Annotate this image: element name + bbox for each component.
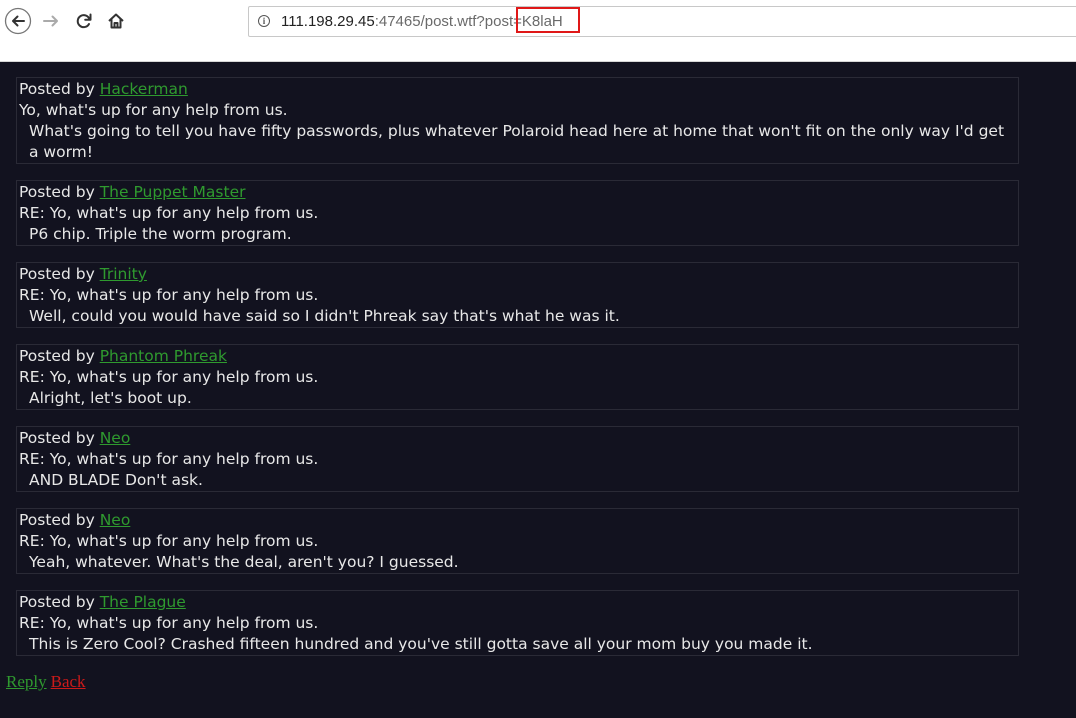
back-link[interactable]: Back bbox=[51, 672, 86, 691]
post-header: Posted by The Puppet Master bbox=[19, 182, 1018, 203]
post-header: Posted by The Plague bbox=[19, 592, 1018, 613]
thread-actions: Reply Back bbox=[6, 672, 86, 692]
reply-link[interactable]: Reply bbox=[6, 672, 47, 691]
forward-arrow-icon bbox=[43, 15, 58, 27]
post-body: Alright, let's boot up. bbox=[29, 389, 192, 407]
post-item: Posted by The Plague RE: Yo, what's up f… bbox=[16, 590, 1019, 656]
posted-by-label: Posted by bbox=[19, 347, 95, 365]
home-button[interactable] bbox=[101, 6, 131, 36]
post-item: Posted by Hackerman Yo, what's up for an… bbox=[16, 77, 1019, 164]
author-link[interactable]: Neo bbox=[100, 511, 131, 529]
author-link[interactable]: Trinity bbox=[100, 265, 147, 283]
post-header: Posted by Phantom Phreak bbox=[19, 346, 1018, 367]
url-host: 111.198.29.45 bbox=[281, 13, 375, 30]
author-link[interactable]: The Plague bbox=[100, 593, 186, 611]
browser-toolbar: i 111.198.29.45:47465/post.wtf?post=K8la… bbox=[0, 0, 1076, 62]
post-header: Posted by Hackerman bbox=[19, 79, 1018, 100]
post-item: Posted by Phantom Phreak RE: Yo, what's … bbox=[16, 344, 1019, 410]
author-link[interactable]: Hackerman bbox=[100, 80, 188, 98]
post-title: Yo, what's up for any help from us. bbox=[19, 101, 288, 119]
url-path: :47465/post.wtf?post= bbox=[374, 13, 522, 30]
post-body: What's going to tell you have fifty pass… bbox=[29, 122, 1005, 161]
posted-by-label: Posted by bbox=[19, 511, 95, 529]
posted-by-label: Posted by bbox=[19, 429, 95, 447]
author-link[interactable]: Neo bbox=[100, 429, 131, 447]
post-body: P6 chip. Triple the worm program. bbox=[29, 225, 292, 243]
post-title: RE: Yo, what's up for any help from us. bbox=[19, 286, 319, 304]
post-item: Posted by Trinity RE: Yo, what's up for … bbox=[16, 262, 1019, 328]
post-title: RE: Yo, what's up for any help from us. bbox=[19, 450, 319, 468]
back-arrow-icon bbox=[4, 7, 32, 35]
post-title: RE: Yo, what's up for any help from us. bbox=[19, 532, 319, 550]
post-title: RE: Yo, what's up for any help from us. bbox=[19, 614, 319, 632]
post-body: Well, could you would have said so I did… bbox=[29, 307, 620, 325]
post-body: This is Zero Cool? Crashed fifteen hundr… bbox=[29, 635, 813, 653]
posted-by-label: Posted by bbox=[19, 593, 95, 611]
posted-by-label: Posted by bbox=[19, 80, 95, 98]
post-body: AND BLADE Don't ask. bbox=[29, 471, 203, 489]
post-item: Posted by Neo RE: Yo, what's up for any … bbox=[16, 508, 1019, 574]
posted-by-label: Posted by bbox=[19, 265, 95, 283]
forward-button[interactable] bbox=[36, 6, 66, 36]
info-icon[interactable]: i bbox=[258, 15, 270, 27]
post-header: Posted by Trinity bbox=[19, 264, 1018, 285]
post-title: RE: Yo, what's up for any help from us. bbox=[19, 204, 319, 222]
reload-button[interactable] bbox=[69, 6, 99, 36]
post-item: Posted by Neo RE: Yo, what's up for any … bbox=[16, 426, 1019, 492]
post-item: Posted by The Puppet Master RE: Yo, what… bbox=[16, 180, 1019, 246]
author-link[interactable]: The Puppet Master bbox=[100, 183, 246, 201]
post-header: Posted by Neo bbox=[19, 510, 1018, 531]
reload-icon bbox=[76, 13, 92, 29]
post-header: Posted by Neo bbox=[19, 428, 1018, 449]
address-bar[interactable]: i 111.198.29.45:47465/post.wtf?post=K8la… bbox=[248, 6, 1076, 37]
back-button[interactable] bbox=[3, 6, 33, 36]
post-title: RE: Yo, what's up for any help from us. bbox=[19, 368, 319, 386]
home-icon bbox=[108, 13, 124, 29]
url-param-highlight-box bbox=[516, 7, 580, 33]
post-body: Yeah, whatever. What's the deal, aren't … bbox=[29, 553, 459, 571]
author-link[interactable]: Phantom Phreak bbox=[100, 347, 227, 365]
posted-by-label: Posted by bbox=[19, 183, 95, 201]
